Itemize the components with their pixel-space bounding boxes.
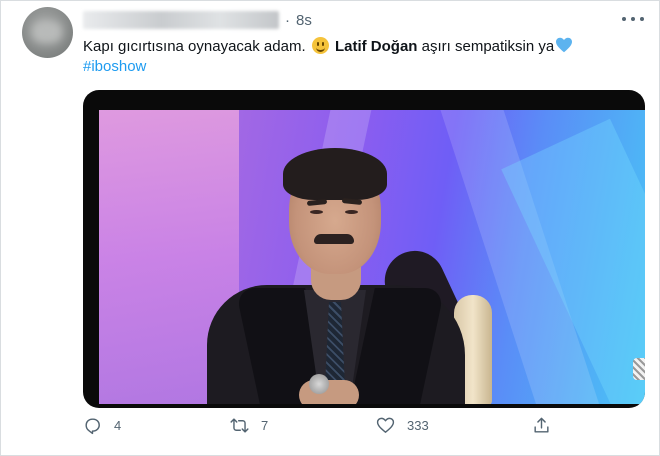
reply-icon (85, 417, 100, 434)
reply-button[interactable]: 4 (83, 412, 121, 438)
tweet-text: Kapı gıcırtısına oynayacak adam. Latif D… (83, 37, 573, 57)
retweet-count: 7 (261, 417, 269, 433)
tweet-timestamp[interactable]: 8s (296, 12, 312, 29)
blurred-username (83, 11, 279, 29)
blue-heart-icon (556, 37, 573, 53)
tweet-bold-name: Latif Doğan (334, 38, 418, 55)
like-button[interactable]: 333 (376, 412, 429, 438)
reply-count: 4 (114, 417, 122, 433)
tv-screenshot (99, 110, 645, 404)
share-icon (534, 417, 549, 433)
hashtag-link[interactable]: #iboshow (83, 57, 146, 77)
like-count: 333 (407, 417, 429, 433)
share-button[interactable] (532, 412, 551, 438)
tweet-media-image[interactable] (83, 90, 645, 408)
time-separator: · (285, 12, 290, 29)
heart-icon (376, 417, 395, 433)
more-options-icon[interactable] (622, 14, 644, 24)
tweet-text-before: Kapı gıcırtısına oynayacak adam. (83, 38, 306, 55)
grinning-face-emoji-icon (311, 37, 329, 54)
tweet-text-after: aşırı sempatiksin ya (421, 38, 555, 55)
retweet-icon (230, 417, 249, 433)
tweet-actions: 4 7 333 (83, 412, 645, 438)
tweet-card[interactable]: · 8s Kapı gıcırtısına oynayacak adam. La… (0, 0, 660, 456)
retweet-button[interactable]: 7 (230, 412, 268, 438)
avatar[interactable] (22, 7, 73, 58)
